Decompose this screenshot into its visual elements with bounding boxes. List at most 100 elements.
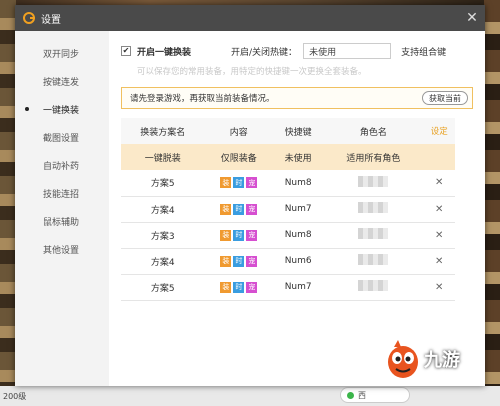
- cell-content: 装 时 宠: [204, 274, 274, 301]
- cell-hotkey: Num7: [273, 274, 324, 301]
- cell-plan-name: 一键脱装: [144, 153, 181, 164]
- delete-glyph: ✕: [435, 281, 444, 293]
- hotkey-label: 开启/关闭热键：: [231, 47, 298, 58]
- sidebar-item-key-repeat[interactable]: 按键连发: [15, 67, 109, 95]
- cell-content: 装 时 宠: [204, 196, 274, 223]
- mascot-logo-icon: [388, 340, 418, 378]
- sidebar: 双开同步 按键连发 一键换装 截图设置 自动补药 技能连招 鼠标辅助 其他设置: [15, 31, 109, 386]
- delete-icon[interactable]: ✕: [423, 196, 455, 223]
- enable-label: 开启一键换装: [137, 47, 192, 58]
- edit-link[interactable]: 设定: [423, 118, 455, 144]
- feature-row: ✔ 开启一键换装 开启/关闭热键： 未使用 支持组合键: [121, 40, 473, 62]
- header-plan-name: 换装方案名: [140, 127, 186, 138]
- enable-checkbox[interactable]: ✔: [121, 46, 131, 56]
- cell-content: 仅限装备: [220, 153, 257, 164]
- window-title: 设置: [41, 14, 61, 26]
- fashion-tag-icon: 时: [233, 177, 245, 189]
- cell-plan-name: 方案4: [121, 196, 205, 223]
- sidebar-item-label: 截图设置: [43, 133, 80, 144]
- sidebar-item-label: 自动补药: [43, 161, 80, 172]
- close-icon[interactable]: ✕: [459, 5, 485, 31]
- cell-role: [323, 274, 424, 301]
- delete-glyph: ✕: [435, 255, 444, 267]
- pet-tag-icon: 宠: [246, 229, 258, 241]
- taskbar-button-label: 西: [358, 390, 366, 400]
- sidebar-item-auto-potion[interactable]: 自动补药: [15, 151, 109, 179]
- edit-link-label: 设定: [430, 127, 448, 137]
- cell-content: 装 时 宠: [204, 248, 274, 275]
- equip-tag-icon: 装: [220, 255, 232, 267]
- hotkey-input[interactable]: 未使用: [303, 43, 392, 59]
- table-row[interactable]: 方案4 装 时 宠 Num7 ✕: [121, 196, 455, 223]
- delete-icon[interactable]: ✕: [423, 170, 455, 197]
- pet-tag-icon: 宠: [246, 255, 258, 267]
- cell-role: [323, 222, 424, 249]
- pet-tag-icon: 宠: [246, 203, 258, 215]
- sidebar-item-quick-equip[interactable]: 一键换装: [15, 95, 109, 123]
- combo-key-label: 支持组合键: [401, 47, 447, 58]
- cell-role: [323, 170, 424, 197]
- fashion-tag-icon: 时: [233, 281, 245, 293]
- equip-tag-icon: 装: [220, 177, 232, 189]
- app-logo-icon: [23, 12, 35, 24]
- blurred-role-name: [358, 228, 389, 239]
- header-content: 内容: [229, 127, 248, 138]
- sidebar-item-label: 一键换装: [43, 105, 80, 116]
- blurred-role-name: [358, 254, 389, 265]
- table-row[interactable]: 方案5 装 时 宠 Num7 ✕: [121, 274, 455, 301]
- table-row[interactable]: 方案3 装 时 宠 Num8 ✕: [121, 222, 455, 249]
- header-hotkey: 快捷键: [284, 127, 312, 138]
- equip-tag-icon: 装: [220, 229, 232, 241]
- cell-plan-name: 方案3: [121, 222, 205, 249]
- delete-glyph: ✕: [435, 203, 444, 215]
- delete-icon[interactable]: ✕: [423, 248, 455, 275]
- cell-plan-name: 方案5: [121, 170, 205, 197]
- login-notice: 请先登录游戏，再获取当前装备情况。 获取当前: [121, 87, 473, 109]
- sidebar-item-label: 双开同步: [43, 49, 80, 60]
- bottom-left-text: 200级: [3, 392, 27, 401]
- delete-icon[interactable]: ✕: [423, 222, 455, 249]
- table-row-default[interactable]: 一键脱装 仅限装备 未使用 适用所有角色: [121, 144, 455, 170]
- brand-watermark: 九游: [424, 350, 460, 371]
- notice-text: 请先登录游戏，再获取当前装备情况。: [130, 94, 275, 104]
- outfit-table: 换装方案名 内容 快捷键 角色名 设定 一键脱装 仅限装备 未使用 适用所有角色…: [121, 118, 455, 301]
- header-role-name: 角色名: [359, 127, 387, 138]
- taskbar-button[interactable]: 西: [340, 387, 410, 403]
- settings-window: 设置 ✕ 双开同步 按键连发 一键换装 截图设置 自动补药 技能连招 鼠标辅助 …: [15, 5, 485, 386]
- pet-tag-icon: 宠: [246, 177, 258, 189]
- sidebar-item-label: 其他设置: [43, 245, 80, 256]
- sidebar-item-other[interactable]: 其他设置: [15, 235, 109, 263]
- background-game-left: [0, 0, 16, 406]
- cell-plan-name: 方案5: [121, 274, 205, 301]
- cell-hotkey: Num8: [273, 222, 324, 249]
- blurred-role-name: [358, 280, 389, 291]
- table-row[interactable]: 方案4 装 时 宠 Num6 ✕: [121, 248, 455, 275]
- sidebar-item-mouse-assist[interactable]: 鼠标辅助: [15, 207, 109, 235]
- background-game-right: [484, 0, 500, 406]
- equip-tag-icon: 装: [220, 281, 232, 293]
- sidebar-item-label: 鼠标辅助: [43, 217, 80, 228]
- cell-hotkey: 未使用: [284, 153, 312, 164]
- cell-hotkey: Num8: [273, 170, 324, 197]
- title-bar: 设置 ✕: [15, 5, 485, 31]
- checkmark-icon: ✔: [122, 46, 130, 55]
- cell-content: 装 时 宠: [204, 222, 274, 249]
- main-content: ✔ 开启一键换装 开启/关闭热键： 未使用 支持组合键 可以保存您的常用装备，用…: [109, 31, 485, 386]
- sidebar-item-screenshot[interactable]: 截图设置: [15, 123, 109, 151]
- cell-empty: [423, 144, 455, 170]
- sidebar-item-dual-sync[interactable]: 双开同步: [15, 39, 109, 67]
- fashion-tag-icon: 时: [233, 229, 245, 241]
- delete-icon[interactable]: ✕: [423, 274, 455, 301]
- cell-role: [323, 248, 424, 275]
- table-row[interactable]: 方案5 装 时 宠 Num8 ✕: [121, 170, 455, 197]
- delete-glyph: ✕: [435, 229, 444, 241]
- sidebar-item-skill-combo[interactable]: 技能连招: [15, 179, 109, 207]
- sidebar-item-label: 按键连发: [43, 77, 80, 88]
- sidebar-item-label: 技能连招: [43, 189, 80, 200]
- fetch-current-button[interactable]: 获取当前: [422, 91, 468, 105]
- blurred-role-name: [358, 175, 389, 187]
- green-dot-icon: [347, 391, 354, 399]
- feature-hint: 可以保存您的常用装备，用特定的快捷键一次更换全套装备。: [137, 67, 367, 77]
- fashion-tag-icon: 时: [233, 255, 245, 267]
- table-header-row: 换装方案名 内容 快捷键 角色名 设定: [121, 118, 455, 144]
